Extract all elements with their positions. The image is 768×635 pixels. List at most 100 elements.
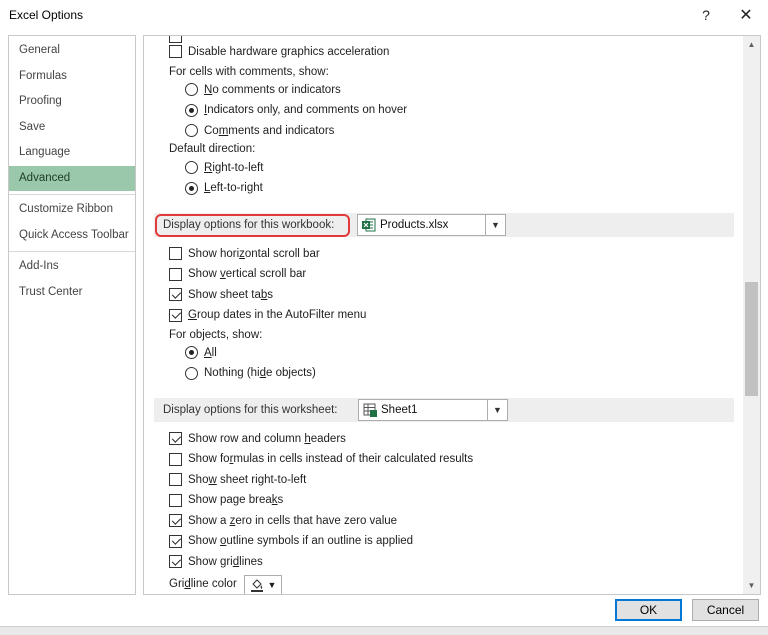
nav-item-advanced[interactable]: Advanced bbox=[9, 165, 135, 191]
comments-option[interactable]: No comments or indicators bbox=[185, 83, 341, 96]
advanced-options-panel: Disable hardware graphics acceleration F… bbox=[143, 35, 761, 595]
direction-label: Left-to-right bbox=[204, 182, 263, 194]
gridline-color-picker[interactable]: ▼ bbox=[244, 575, 282, 594]
scroll-down-icon[interactable]: ▼ bbox=[743, 577, 760, 594]
comments-label: Comments and indicators bbox=[204, 124, 335, 137]
worksheet-label: Show outline symbols if an outline is ap… bbox=[188, 535, 414, 547]
workbook-option[interactable]: Show sheet tabs bbox=[169, 288, 273, 301]
nav-item-language[interactable]: Language bbox=[9, 140, 135, 166]
help-icon: ? bbox=[702, 7, 710, 23]
worksheet-option[interactable]: Show sheet right-to-left bbox=[169, 473, 306, 486]
workbook-option[interactable]: Group dates in the AutoFilter menu bbox=[169, 308, 367, 322]
nav-item-trust-center[interactable]: Trust Center bbox=[9, 280, 135, 306]
worksheet-section-title: Display options for this worksheet: bbox=[163, 404, 338, 416]
workbook-label: Show vertical scroll bar bbox=[188, 268, 307, 280]
worksheet-checkbox[interactable] bbox=[169, 514, 182, 527]
worksheet-option[interactable]: Show page breaks bbox=[169, 493, 284, 507]
comments-radio[interactable] bbox=[185, 103, 198, 117]
worksheet-checkbox[interactable] bbox=[169, 534, 182, 548]
nav-item-customize-ribbon[interactable]: Customize Ribbon bbox=[9, 197, 135, 223]
worksheet-label: Show formulas in cells instead of their … bbox=[188, 453, 474, 465]
worksheet-label: Show sheet right-to-left bbox=[188, 473, 307, 486]
cancel-button[interactable]: Cancel bbox=[692, 599, 759, 621]
close-button[interactable]: ✕ bbox=[728, 0, 764, 30]
workbook-option[interactable]: Show horizontal scroll bar bbox=[169, 247, 320, 260]
objects-label: All bbox=[204, 346, 217, 359]
workbook-select[interactable]: Products.xlsx ▼ bbox=[357, 214, 506, 236]
direction-option[interactable]: Right-to-left bbox=[185, 161, 263, 174]
workbook-checkbox[interactable] bbox=[169, 267, 182, 281]
ok-button[interactable]: OK bbox=[615, 599, 682, 621]
nav-item-proofing[interactable]: Proofing bbox=[9, 89, 135, 115]
worksheet-checkbox[interactable] bbox=[169, 452, 182, 466]
comments-radio[interactable] bbox=[185, 83, 198, 96]
workbook-option[interactable]: Show vertical scroll bar bbox=[169, 267, 307, 281]
comments-radio[interactable] bbox=[185, 124, 198, 137]
workbook-label: Group dates in the AutoFilter menu bbox=[188, 309, 367, 321]
window-title: Excel Options bbox=[9, 8, 84, 22]
workbook-section-title: Display options for this workbook: bbox=[163, 219, 335, 231]
nav-group: Customize Ribbon Quick Access Toolbar bbox=[9, 195, 135, 252]
direction-option[interactable]: Left-to-right bbox=[185, 181, 263, 195]
close-icon: ✕ bbox=[739, 7, 753, 24]
chevron-down-icon: ▼ bbox=[267, 580, 277, 590]
title-bar: Excel Options ? ✕ bbox=[0, 0, 768, 30]
direction-label: Default direction: bbox=[169, 143, 256, 155]
workbook-label: Show horizontal scroll bar bbox=[188, 247, 320, 260]
workbook-select-value: Products.xlsx bbox=[380, 219, 449, 231]
vertical-scrollbar[interactable]: ▲ ▼ bbox=[743, 36, 760, 594]
clipped-option-checkbox[interactable] bbox=[169, 36, 182, 43]
scroll-up-icon[interactable]: ▲ bbox=[743, 36, 760, 53]
worksheet-checkbox[interactable] bbox=[169, 432, 182, 445]
worksheet-checkbox[interactable] bbox=[169, 493, 182, 507]
scrollbar-thumb[interactable] bbox=[745, 282, 758, 396]
nav-item-general[interactable]: General bbox=[9, 38, 135, 64]
comments-label: No comments or indicators bbox=[204, 83, 341, 96]
worksheet-option[interactable]: Show formulas in cells instead of their … bbox=[169, 452, 474, 466]
objects-option[interactable]: Nothing (hide objects) bbox=[185, 366, 316, 380]
paint-bucket-icon bbox=[250, 579, 263, 592]
nav-item-quick-access-toolbar[interactable]: Quick Access Toolbar bbox=[9, 223, 135, 249]
worksheet-label: Show a zero in cells that have zero valu… bbox=[188, 514, 398, 527]
options-nav: General Formulas Proofing Save Language Advan… bbox=[8, 35, 136, 595]
direction-radio[interactable] bbox=[185, 161, 198, 174]
disable-hw-accel-label: Disable hardware graphics acceleration bbox=[188, 45, 390, 58]
nav-item-formulas[interactable]: Formulas bbox=[9, 64, 135, 90]
workbook-checkbox[interactable] bbox=[169, 288, 182, 301]
worksheet-option[interactable]: Show row and column headers bbox=[169, 432, 346, 445]
direction-label: Right-to-left bbox=[204, 161, 264, 174]
objects-label: Nothing (hide objects) bbox=[204, 367, 316, 379]
worksheet-option[interactable]: Show outline symbols if an outline is ap… bbox=[169, 534, 414, 548]
worksheet-select[interactable]: Sheet1 ▼ bbox=[358, 399, 508, 421]
workbook-checkbox[interactable] bbox=[169, 308, 182, 322]
worksheet-label: Show row and column headers bbox=[188, 432, 346, 445]
gridline-color-label: Gridline color bbox=[169, 578, 237, 590]
comments-label: Indicators only, and comments on hover bbox=[204, 104, 408, 116]
worksheet-label: Show gridlines bbox=[188, 555, 263, 568]
disable-hw-accel-option[interactable]: Disable hardware graphics acceleration bbox=[169, 45, 389, 58]
worksheet-select-value: Sheet1 bbox=[381, 404, 418, 416]
direction-radio[interactable] bbox=[185, 181, 198, 195]
objects-label: For objects, show: bbox=[169, 329, 263, 341]
comments-label: For cells with comments, show: bbox=[169, 66, 329, 78]
disable-hw-accel-checkbox[interactable] bbox=[169, 45, 182, 58]
worksheet-option[interactable]: Show gridlines bbox=[169, 555, 263, 568]
nav-item-save[interactable]: Save bbox=[9, 115, 135, 141]
bottom-strip bbox=[0, 626, 768, 635]
worksheet-label: Show page breaks bbox=[188, 494, 284, 506]
worksheet-option[interactable]: Show a zero in cells that have zero valu… bbox=[169, 514, 397, 527]
chevron-down-icon[interactable]: ▼ bbox=[487, 400, 507, 420]
worksheet-checkbox[interactable] bbox=[169, 555, 182, 568]
comments-option[interactable]: Indicators only, and comments on hover bbox=[185, 103, 408, 117]
nav-group: Add-Ins Trust Center bbox=[9, 252, 135, 308]
objects-option[interactable]: All bbox=[185, 346, 217, 359]
nav-item-add-ins[interactable]: Add-Ins bbox=[9, 254, 135, 280]
objects-radio[interactable] bbox=[185, 346, 198, 359]
comments-option[interactable]: Comments and indicators bbox=[185, 124, 334, 137]
objects-radio[interactable] bbox=[185, 366, 198, 380]
help-button[interactable]: ? bbox=[688, 0, 724, 30]
worksheet-icon bbox=[363, 403, 377, 417]
workbook-checkbox[interactable] bbox=[169, 247, 182, 260]
worksheet-checkbox[interactable] bbox=[169, 473, 182, 486]
chevron-down-icon[interactable]: ▼ bbox=[485, 215, 505, 235]
